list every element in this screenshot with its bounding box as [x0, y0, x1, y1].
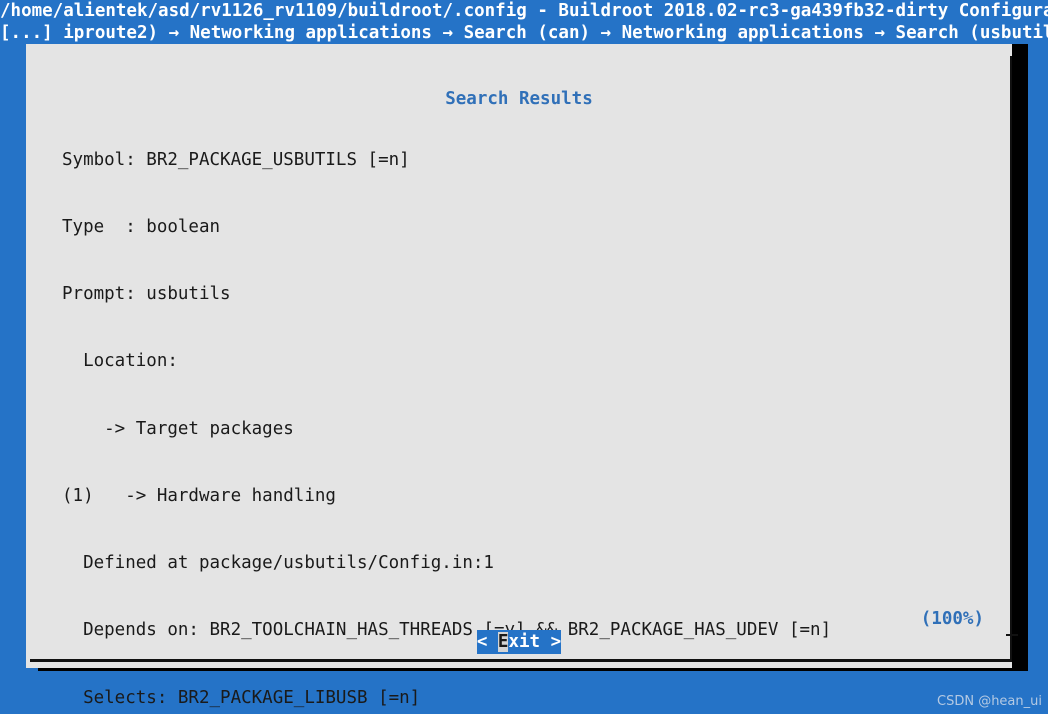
exit-button-prefix: < [476, 632, 498, 652]
watermark: CSDN @hean_ui [937, 694, 1042, 709]
result-line-symbol: Symbol: BR2_PACKAGE_USBUTILS [=n] [62, 149, 410, 170]
result-line-prompt: Prompt: usbutils [62, 284, 231, 305]
scroll-percent-indicator: (100%) [920, 609, 984, 629]
search-results-dialog: Search Results Symbol: BR2_PACKAGE_USBUT… [26, 44, 1018, 708]
terminal-screen: /home/alientek/asd/rv1126_rv1109/buildro… [0, 0, 1048, 714]
breadcrumb: [...] iproute2) → Networking application… [0, 23, 1048, 43]
exit-button-rest: xit > [508, 632, 562, 652]
result-line-defined-at: Defined at package/usbutils/Config.in:1 [62, 553, 494, 574]
exit-button-hotkey: E [497, 632, 509, 652]
dialog-button-row: < Exit > [26, 630, 1012, 654]
result-line-path-hardware: (1) -> Hardware handling [62, 485, 336, 506]
result-line-type: Type : boolean [62, 217, 221, 238]
result-line-path-target: -> Target packages [62, 418, 294, 439]
result-line-location: Location: [62, 351, 178, 372]
result-line-selects: Selects: BR2_PACKAGE_LIBUSB [=n] [62, 687, 421, 708]
window-title: /home/alientek/asd/rv1126_rv1109/buildro… [0, 1, 1048, 21]
exit-button[interactable]: < Exit > [476, 630, 562, 654]
